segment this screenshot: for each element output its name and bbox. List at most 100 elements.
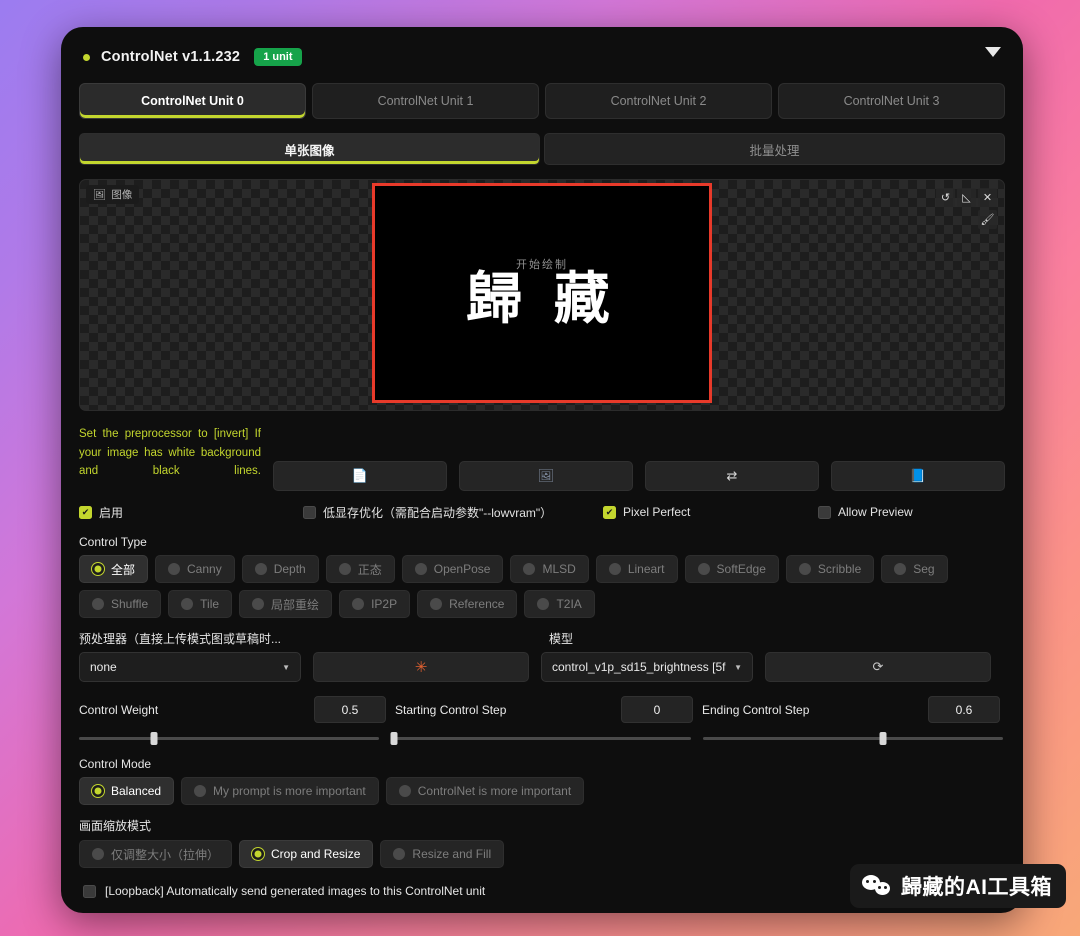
pill-label: MLSD bbox=[542, 562, 576, 576]
upload-document-button[interactable]: 📄 bbox=[273, 461, 447, 491]
pill-label: OpenPose bbox=[433, 562, 491, 576]
image-action-buttons: 📄 🖼 ⇄ 📘 bbox=[273, 423, 1005, 491]
control-type-shuffle[interactable]: Shuffle bbox=[79, 590, 162, 618]
checkbox-enable-box[interactable] bbox=[79, 505, 92, 519]
tab-controlnet-unit-3[interactable]: ControlNet Unit 3 bbox=[778, 83, 1005, 119]
unit-tab-bar: ControlNet Unit 0 ControlNet Unit 1 Cont… bbox=[79, 83, 1005, 119]
refresh-models-button[interactable]: ⟳ bbox=[765, 652, 991, 682]
control-mode-balanced[interactable]: Balanced bbox=[79, 777, 175, 805]
control-type-openpose[interactable]: OpenPose bbox=[401, 555, 504, 583]
swap-button[interactable]: ⇄ bbox=[645, 461, 819, 491]
control-mode-controlnet[interactable]: ControlNet is more important bbox=[385, 777, 585, 805]
control-mode-my-prompt[interactable]: My prompt is more important bbox=[181, 777, 379, 805]
slider-handle[interactable] bbox=[390, 731, 398, 745]
undo-icon[interactable]: ↺ bbox=[936, 188, 955, 207]
tab-controlnet-unit-1[interactable]: ControlNet Unit 1 bbox=[312, 83, 539, 119]
control-weight-value[interactable]: 0.5 bbox=[314, 696, 386, 723]
ending-control-step-value[interactable]: 0.6 bbox=[928, 696, 1000, 723]
send-to-icon: 📘 bbox=[909, 468, 927, 483]
radio-icon bbox=[254, 563, 267, 575]
control-type-normal[interactable]: 正态 bbox=[325, 555, 395, 583]
starting-control-step-slider[interactable] bbox=[390, 731, 691, 745]
control-type-seg[interactable]: Seg bbox=[881, 555, 948, 583]
watermark-text: 歸藏的AI工具箱 bbox=[901, 876, 1052, 899]
tab-batch-process[interactable]: 批量处理 bbox=[544, 133, 1005, 165]
control-type-depth[interactable]: Depth bbox=[241, 555, 319, 583]
checkbox-allow-preview-box[interactable] bbox=[818, 505, 831, 519]
slider-track bbox=[79, 736, 379, 740]
document-icon: 📄 bbox=[351, 468, 369, 483]
control-type-t2ia[interactable]: T2IA bbox=[524, 590, 595, 618]
resize-mode-resize-and-fill[interactable]: Resize and Fill bbox=[380, 840, 505, 868]
checkbox-loopback-box[interactable] bbox=[83, 884, 96, 898]
radio-icon bbox=[338, 563, 351, 575]
resize-mode-crop-and-resize[interactable]: Crop and Resize bbox=[239, 840, 374, 868]
checkbox-lowvram-box[interactable] bbox=[303, 505, 316, 519]
sparkle-icon: ✳ bbox=[414, 659, 428, 676]
radio-icon bbox=[252, 848, 265, 860]
control-type-softedge[interactable]: SoftEdge bbox=[684, 555, 779, 583]
model-value: control_v1p_sd15_brightness [5f bbox=[552, 660, 726, 674]
camera-button[interactable]: 🖼 bbox=[459, 461, 633, 491]
control-type-reference[interactable]: Reference bbox=[417, 590, 518, 618]
control-type-ip2p[interactable]: IP2P bbox=[339, 590, 411, 618]
status-dot-icon bbox=[83, 53, 90, 61]
pill-label: 仅调整大小（拉伸） bbox=[111, 847, 220, 862]
control-type-all[interactable]: 全部 bbox=[79, 555, 149, 583]
radio-icon bbox=[398, 785, 411, 797]
pill-label: Reference bbox=[449, 597, 505, 611]
model-select[interactable]: control_v1p_sd15_brightness [5f ▼ bbox=[541, 652, 753, 682]
pill-label: Balanced bbox=[111, 784, 162, 798]
checkbox-pixel-perfect-box[interactable] bbox=[603, 505, 616, 519]
preprocessor-select[interactable]: none ▼ bbox=[79, 652, 301, 682]
checkbox-lowvram-label: 低显存优化（需配合启动参数"--lowvram"） bbox=[323, 505, 553, 520]
dropdown-labels-row: 预处理器（直接上传模式图或草稿时... 模型 bbox=[79, 630, 1005, 647]
checkbox-allow-preview[interactable]: Allow Preview bbox=[818, 505, 913, 519]
panel-header[interactable]: ControlNet v1.1.232 1 unit bbox=[79, 43, 1005, 71]
tab-controlnet-unit-0[interactable]: ControlNet Unit 0 bbox=[79, 83, 306, 119]
control-type-label: Control Type bbox=[79, 535, 147, 549]
control-type-inpaint[interactable]: 局部重绘 bbox=[239, 590, 333, 618]
slider-labels-row: Control Weight 0.5 Starting Control Step… bbox=[79, 696, 1005, 723]
radio-icon bbox=[92, 785, 104, 797]
control-type-canny[interactable]: Canny bbox=[155, 555, 235, 583]
starting-control-step-value[interactable]: 0 bbox=[621, 696, 693, 723]
watermark: 歸藏的AI工具箱 bbox=[850, 864, 1066, 908]
brush-icon[interactable]: 🖌 bbox=[978, 210, 997, 229]
chevron-down-icon[interactable] bbox=[985, 47, 1001, 57]
control-type-tile[interactable]: Tile bbox=[168, 590, 233, 618]
radio-icon bbox=[697, 563, 710, 575]
starting-control-step-label: Starting Control Step bbox=[395, 702, 507, 717]
unit-count-badge: 1 unit bbox=[254, 48, 302, 66]
slider-handle[interactable] bbox=[879, 731, 887, 745]
options-checkbox-row: 启用 低显存优化（需配合启动参数"--lowvram"） Pixel Perfe… bbox=[79, 501, 1005, 523]
close-icon[interactable]: ✕ bbox=[978, 188, 997, 207]
swap-arrows-icon: ⇄ bbox=[726, 468, 738, 483]
ending-control-step-slider[interactable] bbox=[703, 731, 1003, 745]
pill-label: Lineart bbox=[627, 562, 665, 576]
checkbox-pixel-perfect[interactable]: Pixel Perfect bbox=[603, 505, 818, 519]
eraser-icon[interactable]: ◺ bbox=[957, 188, 976, 207]
control-type-mlsd[interactable]: MLSD bbox=[510, 555, 589, 583]
checkbox-lowvram[interactable]: 低显存优化（需配合启动参数"--lowvram"） bbox=[303, 504, 603, 521]
control-type-scribble[interactable]: Scribble bbox=[785, 555, 875, 583]
slider-track bbox=[703, 736, 1003, 740]
run-preprocessor-button[interactable]: ✳ bbox=[313, 652, 529, 682]
tab-single-image[interactable]: 单张图像 bbox=[79, 133, 540, 165]
resize-mode-just-resize[interactable]: 仅调整大小（拉伸） bbox=[79, 840, 233, 868]
checkbox-pixel-perfect-label: Pixel Perfect bbox=[623, 505, 691, 519]
pill-label: 全部 bbox=[111, 562, 136, 577]
pill-label: Canny bbox=[187, 562, 222, 576]
send-to-button[interactable]: 📘 bbox=[831, 461, 1005, 491]
tab-controlnet-unit-2[interactable]: ControlNet Unit 2 bbox=[545, 83, 772, 119]
slider-handle[interactable] bbox=[150, 731, 158, 745]
ending-control-step-label: Ending Control Step bbox=[702, 702, 810, 717]
pill-label: SoftEdge bbox=[716, 562, 766, 576]
control-weight-slider[interactable] bbox=[79, 731, 379, 745]
pill-label: 正态 bbox=[357, 562, 382, 577]
control-type-lineart[interactable]: Lineart bbox=[595, 555, 678, 583]
image-dropzone[interactable]: 🖼 图像 ↺ ◺ ✕ 🖌 开始绘制 歸 藏 bbox=[79, 179, 1005, 411]
radio-icon bbox=[523, 563, 536, 575]
checkbox-enable[interactable]: 启用 bbox=[79, 504, 303, 521]
loaded-image-canvas[interactable]: 开始绘制 歸 藏 bbox=[372, 183, 712, 403]
